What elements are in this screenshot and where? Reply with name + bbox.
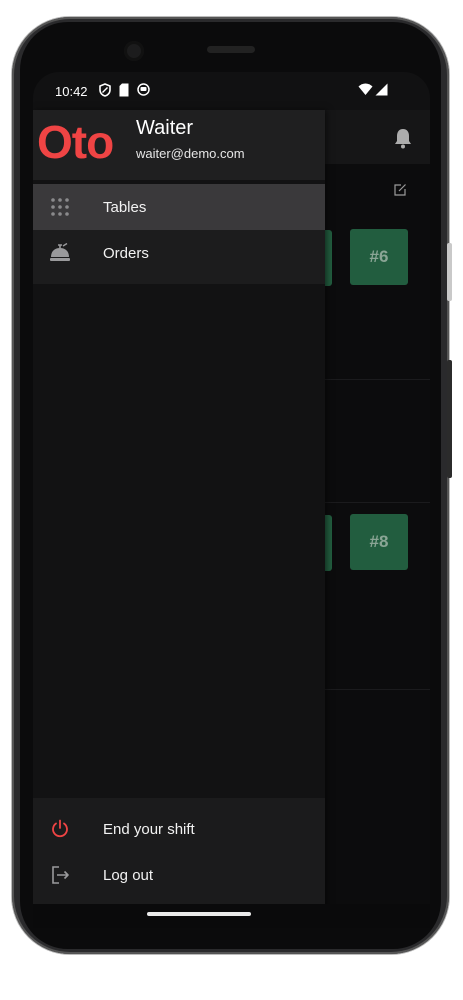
logout-button[interactable]: Log out [33, 852, 325, 898]
navigation-drawer: Oto Waiter waiter@demo.com Tables Orders… [33, 110, 325, 928]
drawer-header: Oto Waiter waiter@demo.com [33, 110, 325, 180]
menu-item-label: Tables [103, 198, 147, 216]
sim-card-icon [119, 83, 129, 97]
user-name: Waiter [136, 117, 194, 139]
power-icon [49, 818, 71, 840]
power-side-button [447, 243, 452, 301]
earpiece-speaker [207, 46, 255, 53]
user-email: waiter@demo.com [136, 146, 245, 161]
grid-dots-icon [49, 196, 71, 218]
home-indicator[interactable] [147, 912, 251, 916]
status-bar: 10:42 [33, 72, 430, 110]
status-icons-right [358, 83, 388, 96]
drawer-menu: Tables Orders [33, 184, 325, 284]
logout-icon [49, 864, 71, 886]
app-logo: Oto [37, 116, 114, 168]
screen: 10:42 #6 #8 Oto Waiter waiter@demo.com T… [33, 72, 430, 928]
notification-icon [137, 83, 150, 96]
signal-icon [375, 83, 388, 96]
volume-side-button [447, 360, 452, 478]
shield-icon [99, 83, 111, 97]
menu-item-tables[interactable]: Tables [33, 184, 325, 230]
wifi-icon [358, 83, 373, 95]
end-shift-button[interactable]: End your shift [33, 806, 325, 852]
end-shift-label: End your shift [103, 820, 195, 838]
menu-item-orders[interactable]: Orders [33, 230, 325, 276]
logout-label: Log out [103, 866, 154, 884]
status-time: 10:42 [55, 84, 88, 99]
system-nav-bar [33, 904, 430, 928]
food-tray-icon [49, 242, 71, 264]
front-camera [124, 41, 144, 61]
status-icons-left [99, 83, 150, 97]
menu-item-label: Orders [103, 244, 149, 262]
